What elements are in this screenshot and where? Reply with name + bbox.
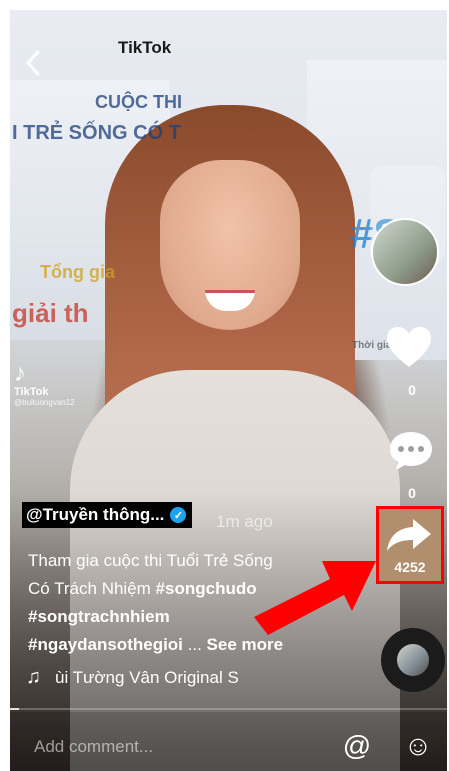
verified-badge-icon: ✓ [170, 507, 187, 523]
banner-text-3: Tổng gia [40, 262, 115, 282]
banner-text-1: CUỘC THI [95, 92, 182, 112]
music-title: ùi Tường Vân Original S [55, 667, 239, 687]
share-icon [387, 519, 431, 551]
watermark-logo: ♪ [14, 360, 26, 387]
hashtag-songtrachnhiem[interactable]: #songtrachnhiem [28, 603, 348, 631]
heart-icon[interactable] [385, 325, 433, 371]
music-disc[interactable] [381, 628, 445, 692]
caption-line-4: #ngaydansothegioi ... See more [28, 631, 348, 659]
video-progress-bar[interactable] [10, 708, 447, 710]
post-time: 1m ago [216, 512, 273, 531]
comment-input[interactable]: Add comment... [34, 737, 153, 757]
caption-line-2: Có Trách Nhiệm #songchudo [28, 575, 348, 603]
watermark-user: @buituongvan12 [14, 398, 75, 407]
hashtag-songchudong[interactable]: #songchudo [156, 579, 257, 598]
caption-text: Có Trách Nhiệm [28, 579, 156, 598]
tiktok-watermark: ♪ TikTok @buituongvan12 [14, 360, 75, 408]
music-note-icon: ♫ [26, 666, 41, 688]
creator-avatar[interactable] [371, 218, 439, 286]
music-disc-cover [397, 644, 429, 676]
banner-text-4: giải th [12, 298, 89, 328]
banner-text-2: I TRẺ SỐNG CÓ T [12, 122, 181, 144]
see-more-link[interactable]: See more [207, 635, 284, 654]
video-progress-fill [10, 708, 19, 710]
comment-count: 0 [408, 485, 416, 501]
comment-icon[interactable] [388, 430, 434, 472]
author-username-text: @Truyền thông... [26, 505, 165, 524]
mention-icon[interactable]: @ [341, 730, 373, 762]
hashtag-ngaydansothegioi[interactable]: #ngaydansothegioi [28, 635, 183, 654]
share-count: 4252 [394, 559, 426, 575]
music-ticker[interactable]: ♫ ùi Tường Vân Original S [26, 666, 239, 689]
share-button[interactable]: 4252 [376, 506, 444, 584]
tiktok-logo-text: TikTok [118, 38, 172, 57]
caption-ellipsis: ... [182, 635, 207, 654]
watermark-name: TikTok [14, 386, 49, 398]
emoji-icon[interactable]: ☺ [402, 730, 434, 762]
post-caption: Tham gia cuộc thi Tuổi Trẻ Sống Có Trách… [28, 547, 348, 659]
like-count: 0 [408, 382, 416, 398]
author-username[interactable]: @Truyền thông... ✓ [22, 502, 193, 528]
caption-line-1: Tham gia cuộc thi Tuổi Trẻ Sống [28, 551, 273, 570]
back-icon [26, 50, 40, 76]
back-button[interactable] [22, 48, 46, 78]
